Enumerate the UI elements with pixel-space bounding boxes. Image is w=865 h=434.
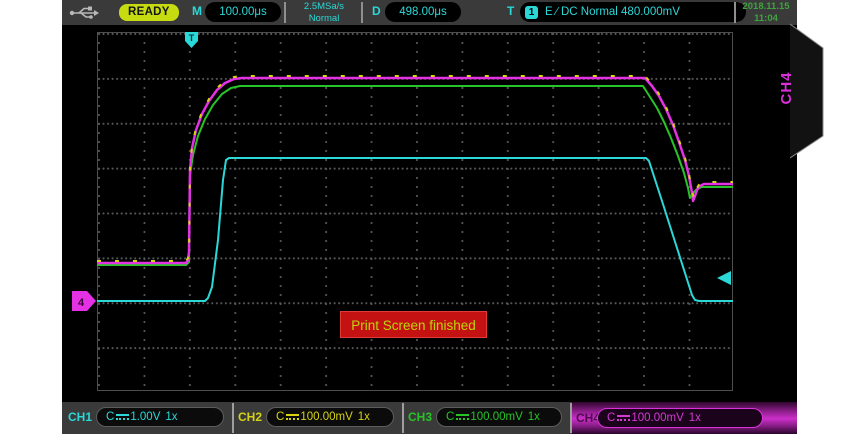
dc-coupling-icon (617, 414, 630, 423)
coupling-letter: C (607, 412, 615, 424)
channel-name: CH1 (68, 410, 92, 424)
dc-coupling-icon (286, 413, 299, 422)
volts-per-div: 100.00mV (470, 411, 522, 423)
ch4-offset-label: 4 (78, 297, 85, 309)
timebase-value-box[interactable]: 100.00μs (205, 2, 281, 22)
topbar-divider (361, 2, 363, 23)
ch4-offset-marker[interactable]: 4 (72, 291, 96, 311)
scope-screen: READY M 100.00μs 2.5MSa/s Normal D 498.0… (62, 0, 797, 434)
delay-value-box[interactable]: 498.00μs (385, 2, 461, 22)
top-status-bar: READY M 100.00μs 2.5MSa/s Normal D 498.0… (62, 0, 797, 25)
coupling-letter: C (106, 411, 114, 423)
channel-name: CH3 (408, 410, 432, 424)
sample-rate-readout: 2.5MSa/s Normal (290, 1, 358, 24)
volts-per-div: 100.00mV (300, 411, 352, 423)
date-text: 2018.11.15 (742, 1, 789, 12)
trigger-info-box[interactable]: 1 E ∕ DC Normal 480.000mV (520, 2, 746, 22)
probe-ratio: 1x (689, 412, 701, 424)
channel-info-ch4[interactable]: CH4 C100.00mV1x (572, 402, 797, 434)
channel-info-ch3[interactable]: CH3 C 100.00mV 1x (404, 404, 568, 431)
channel-info-ch2[interactable]: CH2 C 100.00mV 1x (234, 404, 400, 431)
oscilloscope-screenshot: READY M 100.00μs 2.5MSa/s Normal D 498.0… (0, 0, 865, 434)
channel-info-ch1[interactable]: CH1 C 1.00V 1x (64, 404, 230, 431)
datetime-readout: 2018.11.15 11:04 (738, 1, 794, 24)
trigger-source-badge: 1 (525, 6, 538, 19)
probe-ratio: 1x (358, 411, 370, 423)
channel-settings-box: C 100.00mV 1x (266, 407, 394, 427)
dc-coupling-icon (456, 413, 469, 422)
channel-settings-box: C 1.00V 1x (96, 407, 224, 427)
topbar-divider (734, 2, 736, 23)
timebase-label: M (192, 4, 202, 18)
status-badge: READY (119, 4, 179, 21)
dc-coupling-icon (116, 413, 129, 422)
probe-ratio: 1x (165, 411, 177, 423)
time-text: 11:04 (754, 13, 778, 24)
coupling-letter: C (276, 411, 284, 423)
volts-per-div: 100.00mV (631, 412, 683, 424)
usb-icon (68, 5, 100, 20)
trigger-label: T (507, 4, 514, 18)
probe-ratio: 1x (528, 411, 540, 423)
acquire-mode: Normal (309, 13, 340, 24)
topbar-divider (284, 2, 286, 23)
trigger-settings-text: E ∕ DC Normal 480.000mV (545, 2, 680, 22)
volts-per-div: 1.00V (130, 411, 160, 423)
channel-status-bar: CH1 C 1.00V 1x CH2 C 100.00mV 1x CH3 C 100.00… (62, 402, 797, 434)
popup-message: Print Screen finished (340, 311, 487, 338)
sample-rate: 2.5MSa/s (304, 1, 344, 12)
delay-label: D (372, 4, 381, 18)
coupling-letter: C (446, 411, 454, 423)
menu-tab-ch4[interactable]: CH4 (778, 62, 798, 114)
channel-name: CH2 (238, 410, 262, 424)
channel-settings-box: C 100.00mV 1x (436, 407, 562, 427)
channel-settings-box: C 100.00mV 1x (597, 408, 763, 428)
